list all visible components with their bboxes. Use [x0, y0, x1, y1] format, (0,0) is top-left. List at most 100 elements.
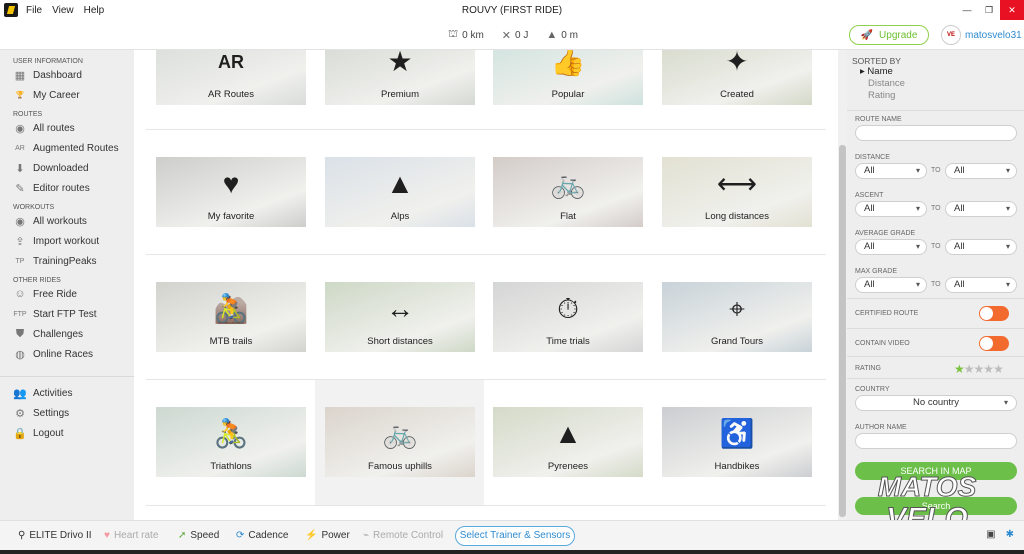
user-profile[interactable]: VE matosvelo31 [941, 25, 1022, 45]
ascent-to-select[interactable]: All [945, 201, 1017, 217]
cadence-icon: ⟳ [236, 530, 245, 541]
distance-to-select[interactable]: All [945, 163, 1017, 179]
sorted-by-title: SORTED BY [852, 56, 901, 66]
category-tile-handbikes[interactable]: ♿ Handbikes [662, 407, 812, 477]
sidebar-item-label: Dashboard [33, 69, 82, 81]
category-tile-mtb-trails[interactable]: 🚵 MTB trails [156, 282, 306, 352]
sidebar-item-all-workouts[interactable]: ◉ All workouts [0, 211, 134, 231]
restore-icon[interactable]: ❐ [978, 0, 1000, 20]
country-select[interactable]: No country [855, 395, 1017, 411]
menu-file[interactable]: File [26, 5, 42, 16]
elevation-stat: ▲ 0 m [546, 28, 578, 42]
power-status[interactable]: ⚡ Power [305, 530, 350, 541]
remote-control-status[interactable]: ⌁ Remote Control [363, 530, 443, 541]
tile-label: Flat [560, 211, 576, 222]
sidebar-item-activities[interactable]: 👥 Activities [0, 383, 134, 403]
username[interactable]: matosvelo31 [965, 30, 1022, 41]
avg-grade-to-select[interactable]: All [945, 239, 1017, 255]
select-trainer-button[interactable]: Select Trainer & Sensors [455, 526, 575, 546]
main-scrollbar[interactable] [838, 50, 847, 520]
remote-icon: ⌁ [363, 530, 370, 541]
contain-video-toggle[interactable] [979, 336, 1009, 351]
rating-stars[interactable]: ★★★★★ [954, 362, 1004, 376]
category-tile-flat[interactable]: 🚲 Flat [493, 157, 643, 227]
sidebar-item-import-workout[interactable]: ⇪ Import workout [0, 231, 134, 251]
window-controls: — ❐ ✕ [956, 0, 1024, 20]
minimize-icon[interactable]: — [956, 0, 978, 20]
certified-route-toggle[interactable] [979, 306, 1009, 321]
sort-name[interactable]: Name [852, 66, 1022, 78]
author-name-input[interactable] [855, 433, 1017, 449]
sidebar-item-all-routes[interactable]: ◉ All routes [0, 118, 134, 138]
speed-status[interactable]: ➚ Speed [178, 530, 219, 541]
category-tile-long-distances[interactable]: ⟷ Long distances [662, 157, 812, 227]
distance-label: DISTANCE [855, 154, 890, 161]
category-tile-my-favorite[interactable]: ♥ My favorite [156, 157, 306, 227]
sidebar-item-dashboard[interactable]: ▦ Dashboard [0, 65, 134, 85]
watermark-text-top: MATOS [878, 471, 977, 502]
download-icon: ⬇ [15, 162, 25, 175]
remote-control-label: Remote Control [373, 530, 444, 541]
category-tile-premium[interactable]: ★ Premium [325, 50, 475, 105]
category-tile-short-distances[interactable]: ↔ Short distances [325, 282, 475, 352]
scroll-thumb[interactable] [839, 145, 846, 517]
window-title: ROUVY (FIRST RIDE) [461, 4, 563, 16]
trainer-status[interactable]: ⚲ ELITE Drivo II [18, 530, 92, 541]
upgrade-label: Upgrade [879, 29, 918, 41]
sidebar-item-online-races[interactable]: ◍ Online Races [0, 344, 134, 364]
row-divider [146, 254, 826, 255]
ascent-from-select[interactable]: All [855, 201, 927, 217]
max-grade-from-select[interactable]: All [855, 277, 927, 293]
heart-icon: ♥ [222, 168, 240, 199]
star-icon[interactable]: ★ [993, 362, 1004, 376]
star-icon[interactable]: ★ [954, 362, 965, 376]
sidebar-item-downloaded[interactable]: ⬇ Downloaded [0, 158, 134, 178]
sidebar-item-my-career[interactable]: 🏆 My Career [0, 85, 134, 105]
category-tile-pyrenees[interactable]: ▲ Pyrenees [493, 407, 643, 477]
category-tile-triathlons[interactable]: 🚴 Triathlons [156, 407, 306, 477]
sidebar-item-editor-routes[interactable]: ✎ Editor routes [0, 178, 134, 198]
sidebar-divider [0, 376, 134, 377]
cadence-status[interactable]: ⟳ Cadence [236, 530, 288, 541]
category-tile-time-trials[interactable]: ⏱ Time trials [493, 282, 643, 352]
sidebar-item-logout[interactable]: 🔒 Logout [0, 423, 134, 443]
upgrade-button[interactable]: 🚀 Upgrade [849, 25, 929, 45]
distance-from-select[interactable]: All [855, 163, 927, 179]
ar-rider-icon: AR [218, 52, 244, 72]
category-tile-alps[interactable]: ▲ Alps [325, 157, 475, 227]
category-tile-ar-routes[interactable]: AR AR Routes [156, 50, 306, 105]
category-tile-grand-tours[interactable]: ⌖ Grand Tours [662, 282, 812, 352]
star-icon[interactable]: ★ [964, 362, 975, 376]
distance-value: 0 km [462, 29, 484, 41]
avg-grade-from-select[interactable]: All [855, 239, 927, 255]
route-name-input[interactable] [855, 125, 1017, 141]
edit-icon: ✎ [15, 182, 25, 195]
menu-help[interactable]: Help [84, 5, 105, 16]
heart-rate-status[interactable]: ♥ Heart rate [104, 530, 158, 541]
sidebar-item-label: TrainingPeaks [33, 255, 97, 267]
close-icon[interactable]: ✕ [1000, 0, 1024, 20]
triathlon-icon: 🚴 [213, 418, 249, 449]
sensor-bar: ⚲ ELITE Drivo II ♥ Heart rate ➚ Speed ⟳ … [0, 520, 1024, 550]
category-tile-popular[interactable]: 👍 Popular [493, 50, 643, 105]
sidebar-item-label: Challenges [33, 328, 84, 340]
category-tile-famous-uphills[interactable]: 🚲 Famous uphills [325, 407, 475, 477]
sidebar-item-augmented-routes[interactable]: AR Augmented Routes [0, 138, 134, 158]
sidebar-item-settings[interactable]: ⚙ Settings [0, 403, 134, 423]
star-icon[interactable]: ★ [974, 362, 985, 376]
power-label: Power [321, 530, 350, 541]
max-grade-to-select[interactable]: All [945, 277, 1017, 293]
divider [847, 110, 1024, 111]
menu-view[interactable]: View [52, 5, 74, 16]
sort-distance[interactable]: Distance [852, 78, 1022, 90]
star-icon[interactable]: ★ [983, 362, 994, 376]
sort-rating[interactable]: Rating [852, 90, 1022, 102]
route-categories-grid: AR AR Routes ★ Premium 👍 Popular ✦ Creat… [134, 50, 838, 520]
sidebar-item-free-ride[interactable]: ☺ Free Ride [0, 284, 134, 304]
category-tile-created[interactable]: ✦ Created [662, 50, 812, 105]
sidebar-item-label: Start FTP Test [33, 308, 97, 320]
sidebar-item-trainingpeaks[interactable]: TP TrainingPeaks [0, 251, 134, 271]
sidebar-item-challenges[interactable]: ⛊ Challenges [0, 324, 134, 344]
sidebar-section-title: USER INFORMATION [13, 58, 83, 65]
sidebar-item-start-ftp-test[interactable]: FTP Start FTP Test [0, 304, 134, 324]
